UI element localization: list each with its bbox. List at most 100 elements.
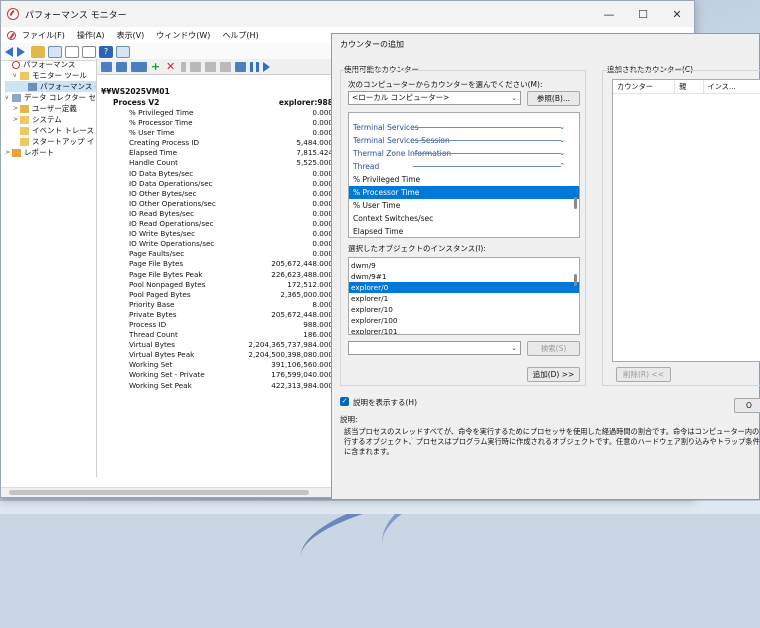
chevron-down-icon[interactable]: ⌄	[511, 92, 517, 104]
change-graph-type-icon[interactable]	[131, 61, 147, 72]
expand-chevron-icon[interactable]: ⌄	[559, 121, 565, 134]
counter-row[interactable]: IO Write Bytes/sec 0.000	[101, 229, 333, 239]
counter-row[interactable]: IO Write Operations/sec 0.000	[101, 239, 333, 249]
highlight-icon[interactable]	[181, 61, 186, 72]
counter-row[interactable]: Elapsed Time 7,815.424	[101, 148, 333, 158]
counter-row[interactable]: Working Set - Private 176,599,040.000	[101, 370, 333, 380]
counter-row[interactable]: Virtual Bytes 2,204,365,737,984.000	[101, 340, 333, 350]
counter-row[interactable]: IO Data Operations/sec 0.000	[101, 179, 333, 189]
added-counters-list[interactable]: カウンター 親 インス...	[612, 79, 760, 362]
tree-node[interactable]: v モニター ツール	[5, 70, 96, 81]
menu-window[interactable]: ウィンドウ(W)	[156, 30, 210, 41]
menu-help[interactable]: ヘルプ(H)	[222, 30, 258, 41]
column-counter[interactable]: カウンター	[613, 80, 676, 93]
tree-node[interactable]: v データ コレクター セッ	[5, 92, 96, 103]
update-data-icon[interactable]	[263, 61, 270, 72]
column-parent[interactable]: 親	[675, 80, 704, 93]
counter-row[interactable]: % Processor Time 0.000	[101, 118, 333, 128]
tree-node[interactable]: > ユーザー定義	[5, 103, 96, 114]
remove-button[interactable]: 削除(R) <<	[616, 367, 671, 382]
system-menu-icon[interactable]	[7, 30, 16, 40]
counter-category[interactable]: Thermal Zone Information ⌄	[349, 147, 579, 160]
counter-row[interactable]: IO Read Bytes/sec 0.000	[101, 209, 333, 219]
print-icon[interactable]	[82, 45, 96, 58]
instance-list-scrollbar[interactable]	[574, 274, 577, 286]
menu-file[interactable]: ファイル(F)	[22, 30, 65, 41]
instance-item[interactable]: dwm/9	[349, 260, 579, 271]
instance-item[interactable]: explorer/1	[349, 293, 579, 304]
delete-counter-icon[interactable]: ✕	[166, 61, 177, 72]
view-current-activity-icon[interactable]	[101, 61, 112, 72]
tree-node[interactable]: > レポート	[5, 147, 96, 158]
search-button[interactable]: 検索(S)	[527, 341, 580, 356]
counter-row[interactable]: Working Set 391,106,560.000	[101, 360, 333, 370]
expand-caret-icon[interactable]: v	[13, 70, 20, 81]
instance-item[interactable]: explorer/10	[349, 304, 579, 315]
counter-row[interactable]: Pool Nonpaged Bytes 172,512.000	[101, 280, 333, 290]
counter-row[interactable]: % Privileged Time 0.000	[101, 108, 333, 118]
counter-row[interactable]: Thread Count 186.000	[101, 330, 333, 340]
up-folder-icon[interactable]	[31, 45, 45, 58]
counter-row[interactable]: Private Bytes 205,672,448.000	[101, 310, 333, 320]
counter-category[interactable]: Thread ⌃	[349, 160, 579, 173]
tree-node[interactable]: > システム	[5, 114, 96, 125]
copy-properties-icon[interactable]	[190, 61, 201, 72]
counter-item[interactable]: % User Time	[349, 199, 579, 212]
browse-button[interactable]: 参照(B)...	[527, 91, 580, 106]
add-counter-icon[interactable]: +	[151, 61, 162, 72]
counter-row[interactable]: % User Time 0.000	[101, 128, 333, 138]
expand-chevron-icon[interactable]: ⌃	[559, 160, 565, 173]
menu-view[interactable]: 表示(V)	[117, 30, 145, 41]
counter-row[interactable]: IO Data Bytes/sec 0.000	[101, 169, 333, 179]
close-button[interactable]: ✕	[660, 8, 694, 21]
properties-icon[interactable]	[220, 61, 231, 72]
counter-row[interactable]: Working Set Peak 422,313,984.000	[101, 381, 333, 391]
column-instance[interactable]: インス...	[704, 80, 760, 93]
view-log-data-icon[interactable]	[116, 61, 127, 72]
computer-combobox[interactable]: <ローカル コンピューター> ⌄	[348, 91, 521, 105]
counter-item[interactable]: Context Switches/sec	[349, 212, 579, 225]
counter-item[interactable]: % Privileged Time	[349, 173, 579, 186]
back-arrow-icon[interactable]	[5, 46, 13, 57]
tree-node[interactable]: パフォーマンス モ	[5, 81, 96, 92]
add-button[interactable]: 追加(D) >>	[527, 367, 580, 382]
counter-row[interactable]: Creating Process ID 5,484.000	[101, 138, 333, 148]
counter-row[interactable]: IO Read Operations/sec 0.000	[101, 219, 333, 229]
tree-node[interactable]: イベント トレース	[5, 125, 96, 136]
expand-chevron-icon[interactable]: ⌄	[559, 134, 565, 147]
counter-row[interactable]: Page File Bytes Peak 226,623,488.000	[101, 270, 333, 280]
forward-arrow-icon[interactable]	[17, 46, 25, 57]
maximize-button[interactable]: ☐	[626, 8, 660, 21]
counter-row[interactable]: Page File Bytes 205,672,448.000	[101, 259, 333, 269]
horizontal-scrollbar[interactable]	[1, 487, 331, 497]
tree-node[interactable]: パフォーマンス	[5, 59, 96, 70]
counter-row[interactable]: IO Other Bytes/sec 0.000	[101, 189, 333, 199]
freeze-display-icon[interactable]	[250, 61, 259, 72]
counter-category[interactable]: Terminal Services ⌄	[349, 121, 579, 134]
expand-caret-icon[interactable]: >	[13, 114, 20, 125]
counter-row[interactable]: Priority Base 8.000	[101, 300, 333, 310]
counter-row[interactable]: Handle Count 5,525.000	[101, 158, 333, 168]
console-tree-icon[interactable]	[48, 45, 62, 58]
counter-row[interactable]: IO Other Operations/sec 0.000	[101, 199, 333, 209]
instance-search-combobox[interactable]: ⌄	[348, 341, 521, 355]
instance-item[interactable]: explorer/100	[349, 315, 579, 326]
show-description-checkbox[interactable]: ✓	[340, 397, 349, 406]
help-icon[interactable]: ?	[99, 45, 113, 58]
counter-list-scrollbar[interactable]	[574, 197, 577, 209]
counter-category[interactable]: Terminal Services Session ⌄	[349, 134, 579, 147]
counter-row[interactable]: Page Faults/sec 0.000	[101, 249, 333, 259]
counter-list[interactable]: Terminal Services ⌄ Terminal Services Sess…	[348, 112, 580, 238]
minimize-button[interactable]: —	[592, 8, 626, 21]
zoom-icon[interactable]	[235, 61, 246, 72]
menu-action[interactable]: 操作(A)	[77, 30, 105, 41]
scrollbar-thumb[interactable]	[9, 490, 309, 495]
counter-row[interactable]: Virtual Bytes Peak 2,204,500,398,080.000	[101, 350, 333, 360]
expand-chevron-icon[interactable]: ⌄	[559, 147, 565, 160]
properties-icon[interactable]	[65, 45, 79, 58]
chevron-down-icon[interactable]: ⌄	[511, 342, 517, 354]
ok-button[interactable]: O	[734, 398, 760, 413]
expand-caret-icon[interactable]: >	[13, 103, 20, 114]
expand-caret-icon[interactable]: v	[5, 92, 12, 103]
tree-node[interactable]: スタートアップ イ	[5, 136, 96, 147]
